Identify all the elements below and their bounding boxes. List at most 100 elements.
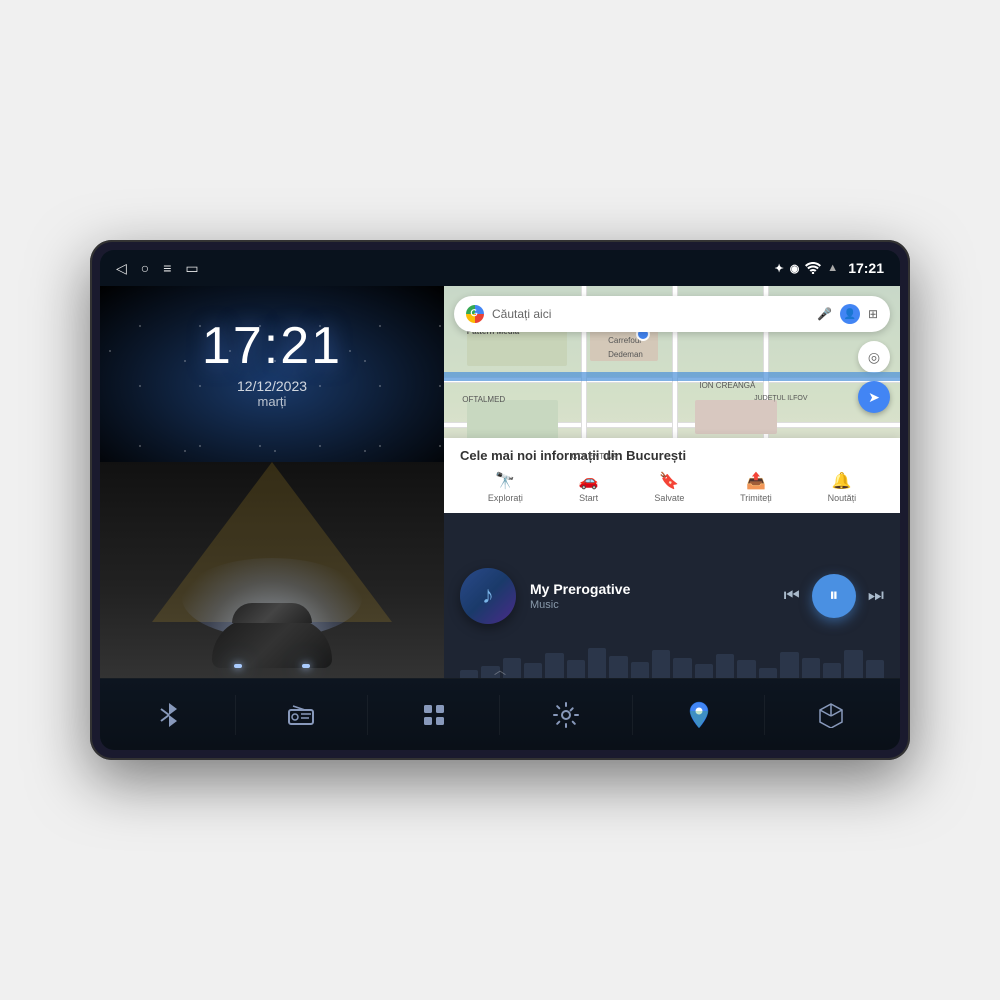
- apps-grid-icon: [418, 699, 450, 731]
- start-icon: 🚗: [579, 471, 599, 491]
- news-icon: 🔔: [832, 471, 852, 491]
- car-silhouette: [212, 618, 332, 668]
- dock-3d[interactable]: [799, 691, 863, 739]
- saved-icon: 🔖: [659, 471, 679, 491]
- map-tab-start[interactable]: 🚗 Start: [579, 471, 599, 503]
- lock-screen-panel: 17:21 12/12/2023 marți: [100, 286, 444, 678]
- map-tab-explore[interactable]: 🔭 Explorați: [488, 471, 523, 503]
- tunnel-background: [100, 462, 444, 678]
- saved-label: Salvate: [654, 493, 684, 503]
- dock-settings[interactable]: [534, 691, 598, 739]
- music-subtitle: Music: [530, 599, 770, 611]
- car-scene: [100, 462, 444, 678]
- bluetooth-status-icon: ✦: [774, 262, 783, 275]
- map-search-bar[interactable]: Căutați aici 🎤 👤 ⊞: [454, 296, 890, 332]
- home-button[interactable]: ○: [141, 260, 149, 276]
- dock-bluetooth[interactable]: [137, 691, 201, 739]
- music-waveform-background: [444, 638, 900, 678]
- dock-divider-4: [632, 695, 633, 735]
- dock-apps[interactable]: [402, 691, 466, 739]
- waveform-bar-17: [802, 658, 820, 678]
- maps-pin-icon: [683, 699, 715, 731]
- car-left-light: [234, 664, 242, 668]
- status-bar-left: ◁ ○ ≡ ▭: [116, 260, 199, 277]
- music-info: My Prerogative Music: [530, 581, 770, 611]
- waveform-bar-15: [759, 668, 777, 678]
- location-status-icon: ◉: [790, 262, 800, 275]
- waveform-bar-1: [460, 670, 478, 678]
- map-tab-saved[interactable]: 🔖 Salvate: [654, 471, 684, 503]
- radio-icon: [285, 699, 317, 731]
- main-content: 17:21 12/12/2023 marți: [100, 286, 900, 678]
- music-controls: ⏮ ⏸ ⏭: [784, 574, 884, 618]
- cube-3d-icon: [815, 699, 847, 731]
- waveform-bar-8: [609, 656, 627, 678]
- mic-icon[interactable]: 🎤: [817, 307, 832, 321]
- map-container[interactable]: Pattern Media Carrefour Dragonul Roșu De…: [444, 286, 900, 513]
- dock-maps[interactable]: [667, 691, 731, 739]
- waveform-bar-10: [652, 650, 670, 678]
- dock-divider-2: [367, 695, 368, 735]
- settings-gear-icon: [550, 699, 582, 731]
- waveform-bar-20: [866, 660, 884, 678]
- screen: ◁ ○ ≡ ▭ ✦ ◉ ▲ 17:21: [100, 250, 900, 750]
- map-tab-share[interactable]: 📤 Trimiteți: [740, 471, 772, 503]
- start-label: Start: [579, 493, 598, 503]
- dock-radio[interactable]: [269, 691, 333, 739]
- map-info-title: Cele mai noi informații din București: [460, 448, 884, 463]
- map-nav-tabs: 🔭 Explorați 🚗 Start 🔖 Salvate: [460, 471, 884, 503]
- swipe-up-indicator[interactable]: ︿: [494, 661, 506, 678]
- car-lights: [234, 664, 310, 668]
- next-track-button[interactable]: ⏭: [868, 585, 884, 606]
- clock-display: 17:21 12/12/2023 marți: [202, 316, 342, 409]
- waveform-bar-18: [823, 663, 841, 678]
- status-bar-right: ✦ ◉ ▲ 17:21: [774, 260, 884, 276]
- map-tab-news[interactable]: 🔔 Noutăți: [828, 471, 857, 503]
- waveform-bar-9: [631, 662, 649, 678]
- map-search-text: Căutați aici: [492, 307, 809, 321]
- music-player: ♪ My Prerogative Music ⏮ ⏸ ⏭: [444, 513, 900, 678]
- right-panel: Pattern Media Carrefour Dragonul Roșu De…: [444, 286, 900, 678]
- waveform-bar-11: [673, 658, 691, 678]
- dock-divider-5: [764, 695, 765, 735]
- car-body: [212, 618, 332, 668]
- clock-date: 12/12/2023: [202, 378, 342, 394]
- waveform-bar-5: [545, 653, 563, 678]
- waveform-bar-7: [588, 648, 606, 678]
- map-location-button[interactable]: ◎: [858, 341, 890, 373]
- bluetooth-icon: [153, 699, 185, 731]
- dock-divider-3: [499, 695, 500, 735]
- share-icon: 📤: [746, 471, 766, 491]
- car-right-light: [302, 664, 310, 668]
- dock-divider-1: [235, 695, 236, 735]
- waveform-bar-16: [780, 652, 798, 678]
- explore-label: Explorați: [488, 493, 523, 503]
- map-search-icons: 🎤 👤 ⊞: [817, 304, 878, 324]
- wifi-status-icon: [805, 262, 821, 274]
- waveform-bar-14: [737, 660, 755, 678]
- explore-icon: 🔭: [495, 471, 515, 491]
- album-art: ♪: [460, 568, 516, 624]
- google-logo: [466, 305, 484, 323]
- share-label: Trimiteți: [740, 493, 772, 503]
- battery-status-icon: ▲: [827, 262, 838, 274]
- map-navigate-button[interactable]: ➤: [858, 381, 890, 413]
- bottom-dock: [100, 678, 900, 750]
- menu-button[interactable]: ≡: [163, 260, 171, 276]
- music-title: My Prerogative: [530, 581, 770, 597]
- status-time: 17:21: [848, 260, 884, 276]
- map-info-panel: Cele mai noi informații din București 🔭 …: [444, 438, 900, 513]
- account-icon[interactable]: 👤: [844, 309, 856, 320]
- waveform-bar-13: [716, 654, 734, 678]
- waveform-bar-4: [524, 663, 542, 678]
- waveform-bar-6: [567, 660, 585, 678]
- grid-icon[interactable]: ⊞: [868, 307, 878, 321]
- waveform-bar-12: [695, 664, 713, 678]
- screenshot-button[interactable]: ▭: [185, 260, 198, 277]
- waveform-bar-19: [844, 650, 862, 678]
- device-frame: ◁ ○ ≡ ▭ ✦ ◉ ▲ 17:21: [90, 240, 910, 760]
- play-pause-button[interactable]: ⏸: [812, 574, 856, 618]
- clock-time: 17:21: [202, 316, 342, 376]
- back-button[interactable]: ◁: [116, 260, 127, 277]
- prev-track-button[interactable]: ⏮: [784, 585, 800, 606]
